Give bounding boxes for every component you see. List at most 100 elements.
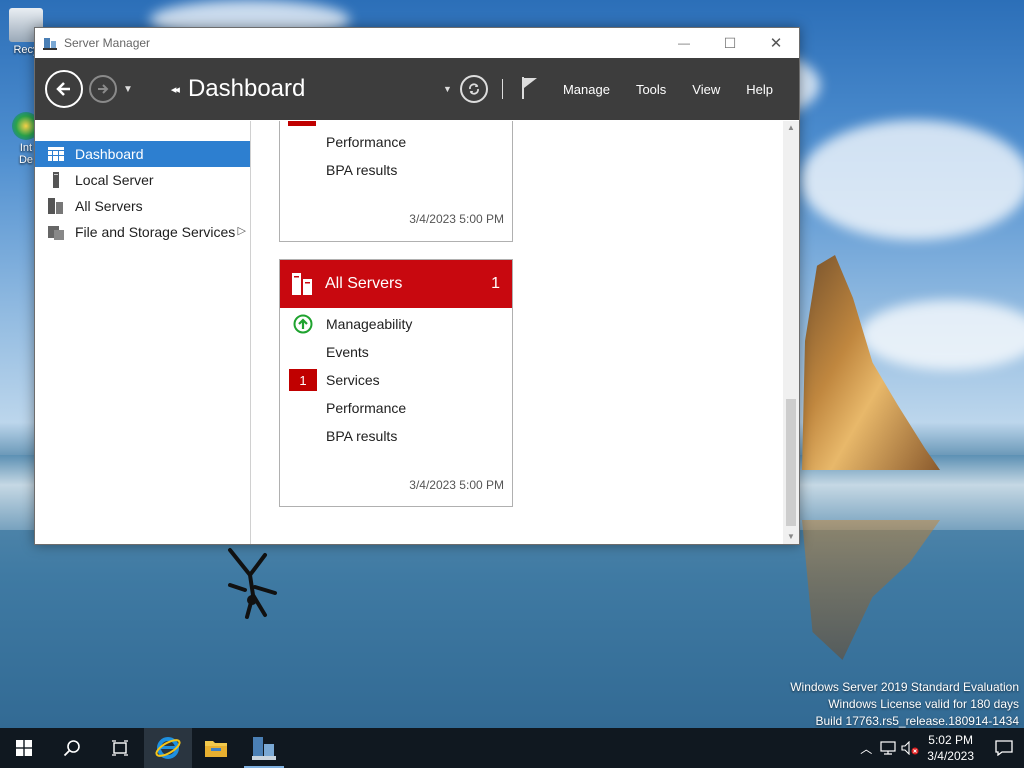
- close-button[interactable]: ✕: [753, 28, 799, 58]
- refresh-button[interactable]: [459, 75, 488, 103]
- start-icon: [16, 740, 32, 756]
- tile-row-label: BPA results: [326, 428, 398, 444]
- sidebar-item-label: All Servers: [75, 198, 143, 214]
- close-icon: ✕: [769, 35, 783, 52]
- history-dropdown-icon[interactable]: ▼: [123, 84, 133, 95]
- tile-row-bpa[interactable]: BPA results: [280, 422, 512, 450]
- task-view-button[interactable]: [96, 728, 144, 768]
- search-icon: [63, 740, 80, 757]
- tile-badge-partial: [288, 121, 316, 126]
- sidebar-item-file-storage[interactable]: File and Storage Services ▷: [35, 219, 250, 245]
- window-titlebar[interactable]: Server Manager — ☐ ✕: [35, 28, 799, 58]
- refresh-icon: [469, 83, 479, 95]
- minimize-button[interactable]: —: [661, 28, 707, 58]
- clock-date: 3/4/2023: [927, 749, 974, 763]
- up-arrow-ok-icon: [293, 314, 313, 334]
- taskbar-server-manager[interactable]: [240, 728, 288, 768]
- tile-row-events[interactable]: Events: [280, 338, 512, 366]
- tile-count: 1: [491, 275, 500, 292]
- sidebar-item-label: File and Storage Services: [75, 224, 236, 240]
- volume-muted-icon: [901, 741, 919, 755]
- tile-row-performance[interactable]: Performance: [280, 128, 512, 156]
- internet-explorer-icon: [155, 737, 181, 759]
- volume-button[interactable]: [899, 728, 921, 768]
- sidebar-item-label: Dashboard: [75, 146, 144, 162]
- taskbar-clock[interactable]: 5:02 PM 3/4/2023: [927, 732, 974, 764]
- show-hidden-icons-button[interactable]: ︿: [855, 728, 877, 768]
- chevron-right-icon[interactable]: ▷: [238, 224, 246, 237]
- servers-icon: [48, 198, 64, 214]
- minimize-icon: —: [678, 36, 690, 50]
- tile-row-label: Performance: [326, 134, 407, 150]
- tile-row-label: Services: [326, 372, 380, 388]
- window-title: Server Manager: [64, 36, 151, 50]
- network-button[interactable]: [877, 728, 899, 768]
- forward-arrow-icon: [98, 84, 109, 94]
- taskbar-file-explorer[interactable]: [192, 728, 240, 768]
- menu-tools[interactable]: Tools: [636, 82, 666, 97]
- dashboard-main: Performance BPA results 3/4/2023 5:00 PM…: [251, 121, 783, 544]
- tile-header[interactable]: All Servers 1: [280, 260, 512, 308]
- windows-watermark: Windows Server 2019 Standard Evaluation …: [790, 679, 1019, 730]
- chevron-up-icon: ︿: [860, 741, 873, 756]
- tile-row-services[interactable]: 1 Services: [280, 366, 512, 394]
- sidebar: Dashboard Local Server All Servers File …: [35, 121, 251, 544]
- server-manager-window: Server Manager — ☐ ✕ ▼ ◂◂ Dashboard ▼ Ma…: [34, 27, 800, 545]
- server-manager-icon: [252, 737, 276, 760]
- tile-row-bpa[interactable]: BPA results: [280, 156, 512, 184]
- search-button[interactable]: [48, 728, 96, 768]
- alert-count-badge: 1: [289, 369, 317, 391]
- wallpaper-figure: [228, 548, 277, 619]
- taskbar-internet-explorer[interactable]: [144, 728, 192, 768]
- flag-icon: [521, 76, 537, 99]
- notifications-flag-button[interactable]: [521, 76, 539, 103]
- window-content: Dashboard Local Server All Servers File …: [35, 121, 799, 544]
- maximize-button[interactable]: ☐: [707, 28, 753, 58]
- vertical-scrollbar[interactable]: ▲ ▼: [783, 121, 799, 544]
- tile-row-label: Events: [326, 344, 369, 360]
- sidebar-item-dashboard[interactable]: Dashboard: [35, 141, 250, 167]
- tile-row-label: Performance: [326, 400, 407, 416]
- back-button[interactable]: [45, 70, 83, 108]
- network-icon: [880, 741, 896, 755]
- start-button[interactable]: [0, 728, 48, 768]
- menu-help[interactable]: Help: [746, 82, 773, 97]
- breadcrumb-dropdown-icon[interactable]: ▼: [443, 84, 452, 94]
- watermark-license: Windows License valid for 180 days: [828, 697, 1019, 711]
- breadcrumb-arrows-icon[interactable]: ◂◂: [171, 83, 180, 96]
- sidebar-item-label: Local Server: [75, 172, 154, 188]
- tile-row-performance[interactable]: Performance: [280, 394, 512, 422]
- sidebar-item-local-server[interactable]: Local Server: [35, 167, 250, 193]
- scroll-thumb[interactable]: [786, 399, 796, 526]
- scroll-up-icon[interactable]: ▲: [783, 121, 799, 135]
- scroll-down-icon[interactable]: ▼: [783, 530, 799, 544]
- file-explorer-icon: [205, 741, 227, 757]
- tile-row-manageability[interactable]: Manageability: [280, 310, 512, 338]
- tile-row-label: Manageability: [326, 316, 413, 332]
- task-view-icon: [112, 740, 128, 756]
- taskbar: ︿ 5:02 PM 3/4/2023: [0, 728, 1024, 768]
- toolbar-separator: [501, 79, 503, 99]
- forward-button[interactable]: [89, 75, 117, 103]
- menu-manage[interactable]: Manage: [563, 82, 610, 97]
- action-center-button[interactable]: [984, 728, 1024, 768]
- wallpaper-cloud: [860, 300, 1024, 370]
- menu-view[interactable]: View: [692, 82, 720, 97]
- maximize-icon: ☐: [723, 34, 737, 51]
- server-manager-app-icon: [43, 38, 57, 50]
- clock-time: 5:02 PM: [928, 733, 973, 747]
- server-manager-toolbar: ▼ ◂◂ Dashboard ▼ Manage Tools View Help: [35, 58, 799, 120]
- server-icon: [48, 172, 64, 188]
- tile-timestamp: 3/4/2023 5:00 PM: [409, 212, 504, 226]
- tile-partial[interactable]: Performance BPA results 3/4/2023 5:00 PM: [279, 121, 513, 242]
- dashboard-grid-icon: [48, 146, 64, 162]
- tile-all-servers[interactable]: All Servers 1 Manageability Events 1 Ser…: [279, 259, 513, 507]
- tile-timestamp: 3/4/2023 5:00 PM: [409, 478, 504, 492]
- back-arrow-icon: [56, 82, 70, 96]
- servers-icon: [292, 273, 312, 295]
- tile-title: All Servers: [325, 275, 403, 292]
- sidebar-item-all-servers[interactable]: All Servers: [35, 193, 250, 219]
- notification-icon: [995, 740, 1013, 756]
- wallpaper-cloud: [800, 120, 1024, 240]
- desktop-icon-label: Int De: [18, 142, 34, 166]
